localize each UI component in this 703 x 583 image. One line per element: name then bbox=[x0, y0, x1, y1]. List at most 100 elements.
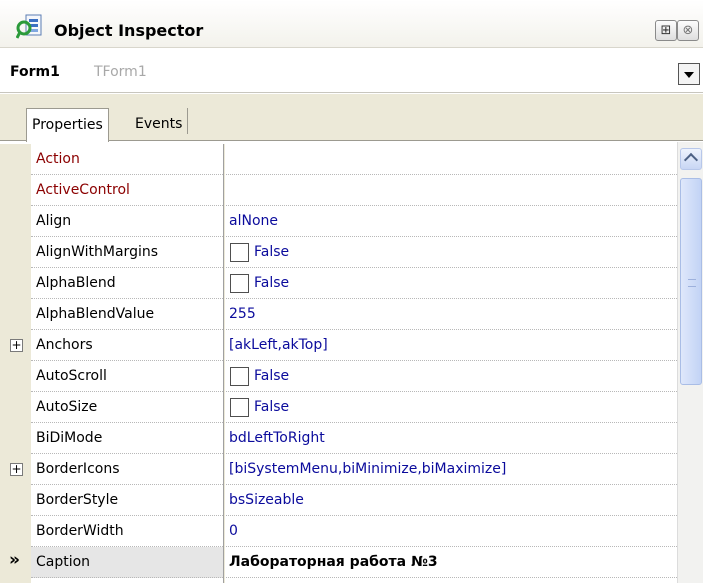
property-name-cell[interactable]: ClientHeight bbox=[31, 578, 223, 583]
property-row[interactable]: AlphaBlend False bbox=[0, 268, 677, 299]
window-title: Object Inspector bbox=[54, 21, 204, 40]
property-name-cell[interactable]: Caption bbox=[31, 547, 223, 578]
property-value: alNone bbox=[229, 213, 278, 229]
property-row[interactable]: BiDiMode bdLeftToRight bbox=[0, 423, 677, 454]
property-value-cell[interactable]: False bbox=[226, 361, 677, 392]
property-value-cell[interactable]: 0 bbox=[226, 516, 677, 547]
scroll-thumb[interactable] bbox=[680, 178, 702, 385]
property-value-cell[interactable]: [akLeft,akTop] bbox=[226, 330, 677, 361]
selected-component-class: TForm1 bbox=[94, 64, 147, 80]
selected-component-name: Form1 bbox=[10, 64, 60, 80]
object-inspector-icon bbox=[16, 14, 42, 39]
tab-events[interactable]: Events bbox=[130, 108, 189, 134]
pin-button[interactable]: ⊞ bbox=[655, 20, 677, 41]
property-value: False bbox=[254, 368, 290, 384]
property-row[interactable]: + Anchors [akLeft,akTop] bbox=[0, 330, 677, 361]
expand-icon[interactable]: + bbox=[10, 339, 23, 352]
property-name: Caption bbox=[36, 554, 91, 570]
property-value: False bbox=[254, 399, 290, 415]
property-name: Action bbox=[36, 151, 80, 167]
property-value-cell[interactable]: Лабораторная работа №3 bbox=[226, 547, 677, 578]
property-name: AlphaBlendValue bbox=[36, 306, 155, 322]
row-gutter bbox=[0, 206, 31, 237]
property-name: AutoScroll bbox=[36, 368, 107, 384]
property-name-cell[interactable]: BorderWidth bbox=[31, 516, 223, 547]
row-gutter bbox=[0, 485, 31, 516]
property-value-cell[interactable] bbox=[226, 175, 677, 206]
property-name-cell[interactable]: AlphaBlend bbox=[31, 268, 223, 299]
property-value: bdLeftToRight bbox=[229, 430, 325, 446]
row-gutter bbox=[0, 237, 31, 268]
property-value: Лабораторная работа №3 bbox=[229, 554, 438, 570]
property-row[interactable]: AutoSize False bbox=[0, 392, 677, 423]
property-name-cell[interactable]: ActiveControl bbox=[31, 175, 223, 206]
row-gutter bbox=[0, 299, 31, 330]
property-name-cell[interactable]: BorderStyle bbox=[31, 485, 223, 516]
property-row[interactable]: ClientHeight445 bbox=[0, 578, 677, 583]
component-selector[interactable]: Form1 TForm1 bbox=[0, 49, 703, 93]
property-grid: Action ActiveControl Align alNone AlignWithM… bbox=[0, 142, 703, 583]
row-gutter: + bbox=[0, 330, 31, 361]
property-row[interactable]: + BorderIcons [biSystemMenu,biMinimize,biM… bbox=[0, 454, 677, 485]
property-value-cell[interactable]: False bbox=[226, 268, 677, 299]
property-value: [akLeft,akTop] bbox=[229, 337, 328, 353]
chevron-down-icon[interactable] bbox=[678, 63, 700, 85]
property-name: BorderWidth bbox=[36, 523, 124, 539]
row-gutter bbox=[0, 516, 31, 547]
property-value: bsSizeable bbox=[229, 492, 304, 508]
row-gutter bbox=[0, 268, 31, 299]
property-name-cell[interactable]: Align bbox=[31, 206, 223, 237]
property-value-cell[interactable]: alNone bbox=[226, 206, 677, 237]
property-name: AutoSize bbox=[36, 399, 98, 415]
property-value-cell[interactable]: 445 bbox=[226, 578, 677, 583]
property-name: Anchors bbox=[36, 337, 93, 353]
property-value-cell[interactable]: bsSizeable bbox=[226, 485, 677, 516]
property-name: BorderIcons bbox=[36, 461, 120, 477]
property-row[interactable]: AutoScroll False bbox=[0, 361, 677, 392]
property-row[interactable]: BorderStyle bsSizeable bbox=[0, 485, 677, 516]
expand-icon[interactable]: + bbox=[10, 463, 23, 476]
row-gutter bbox=[0, 361, 31, 392]
property-value-cell[interactable] bbox=[226, 144, 677, 175]
property-checkbox[interactable] bbox=[230, 367, 249, 386]
property-value: 255 bbox=[229, 306, 256, 322]
scroll-up-icon[interactable] bbox=[680, 148, 702, 170]
current-row-marker-icon: » bbox=[9, 550, 20, 570]
vertical-scrollbar[interactable] bbox=[677, 142, 703, 583]
property-value-cell[interactable]: [biSystemMenu,biMinimize,biMaximize] bbox=[226, 454, 677, 485]
property-name-cell[interactable]: AlphaBlendValue bbox=[31, 299, 223, 330]
row-gutter bbox=[0, 175, 31, 206]
property-name-cell[interactable]: AutoSize bbox=[31, 392, 223, 423]
property-name-cell[interactable]: Action bbox=[31, 144, 223, 175]
property-name-cell[interactable]: Anchors bbox=[31, 330, 223, 361]
property-name: AlphaBlend bbox=[36, 275, 116, 291]
property-name-cell[interactable]: BiDiMode bbox=[31, 423, 223, 454]
property-name-cell[interactable]: AlignWithMargins bbox=[31, 237, 223, 268]
property-row[interactable]: Action bbox=[0, 144, 677, 175]
property-checkbox[interactable] bbox=[230, 398, 249, 417]
property-value: 0 bbox=[229, 523, 238, 539]
property-value-cell[interactable]: False bbox=[226, 392, 677, 423]
property-name: Align bbox=[36, 213, 72, 229]
property-name: AlignWithMargins bbox=[36, 244, 159, 260]
property-checkbox[interactable] bbox=[230, 274, 249, 293]
property-row[interactable]: BorderWidth 0 bbox=[0, 516, 677, 547]
property-value-cell[interactable]: bdLeftToRight bbox=[226, 423, 677, 454]
row-gutter bbox=[0, 144, 31, 175]
property-row[interactable]: AlphaBlendValue 255 bbox=[0, 299, 677, 330]
property-checkbox[interactable] bbox=[230, 243, 249, 262]
tab-properties[interactable]: Properties bbox=[26, 108, 109, 142]
property-value-cell[interactable]: False bbox=[226, 237, 677, 268]
property-name-cell[interactable]: AutoScroll bbox=[31, 361, 223, 392]
property-row[interactable]: ActiveControl bbox=[0, 175, 677, 206]
property-row[interactable]: Align alNone bbox=[0, 206, 677, 237]
close-button[interactable]: ⊗ bbox=[677, 20, 699, 41]
property-name-cell[interactable]: BorderIcons bbox=[31, 454, 223, 485]
grip-icon bbox=[688, 279, 696, 287]
property-row[interactable]: AlignWithMargins False bbox=[0, 237, 677, 268]
property-row[interactable]: » Caption Лабораторная работа №3 bbox=[0, 547, 677, 578]
tab-bar: Properties Events bbox=[0, 94, 703, 142]
property-value: False bbox=[254, 244, 290, 260]
property-value-cell[interactable]: 255 bbox=[226, 299, 677, 330]
property-name: ActiveControl bbox=[36, 182, 130, 198]
